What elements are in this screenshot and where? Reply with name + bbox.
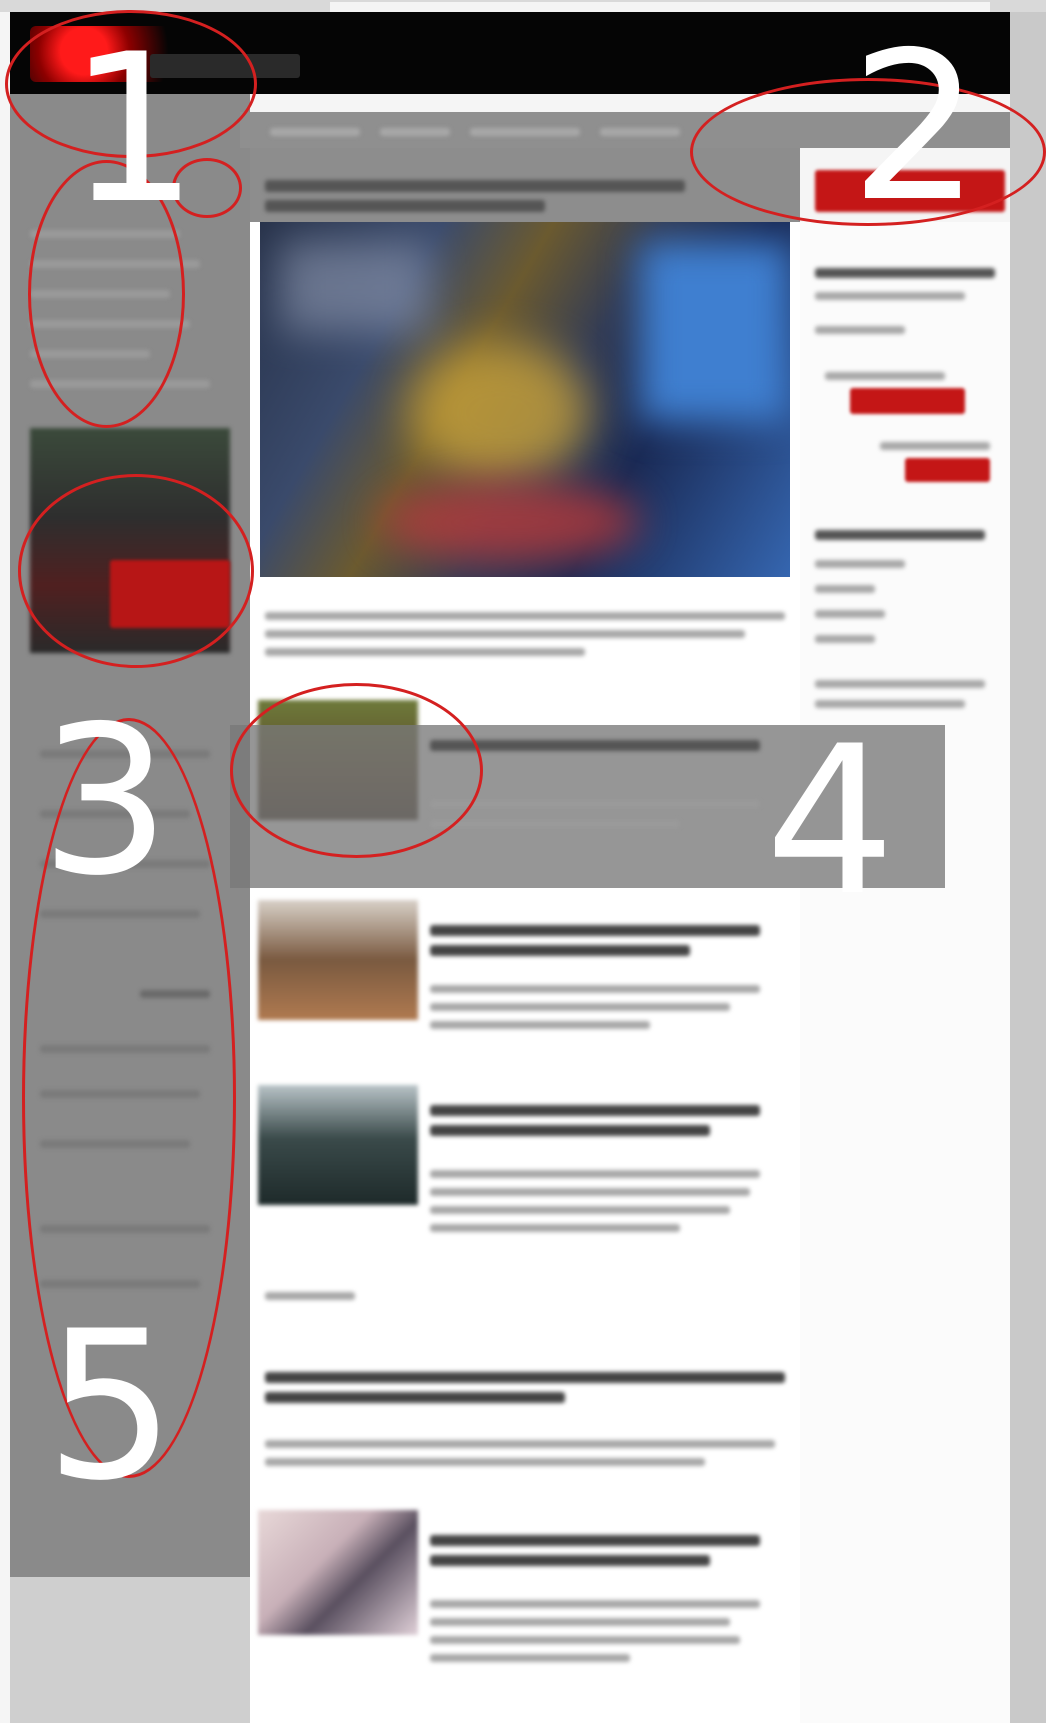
story-title[interactable] (430, 1555, 710, 1566)
annotation-label-2: 2 (850, 9, 981, 247)
story-title[interactable] (430, 925, 760, 936)
right-widget-line (880, 442, 990, 450)
page-bottom-left (10, 1577, 250, 1723)
right-widget-line (815, 292, 965, 300)
nav-item[interactable] (470, 128, 580, 136)
story-summary (430, 800, 760, 808)
right-widget-line (815, 680, 985, 688)
story-title[interactable] (265, 1372, 785, 1383)
story-summary (430, 1654, 630, 1662)
story-summary (430, 985, 760, 993)
right-widget-line (815, 635, 875, 643)
hero-caption (265, 612, 785, 620)
story-summary (430, 1021, 650, 1029)
page-right-edge (1010, 12, 1046, 1723)
story-summary (430, 1224, 680, 1232)
right-widget-line (825, 372, 945, 380)
nav-item[interactable] (270, 128, 360, 136)
right-widget-title (815, 530, 985, 540)
annotation-label-1: 1 (68, 11, 199, 249)
story-summary (430, 820, 680, 828)
story-thumbnail[interactable] (258, 1085, 418, 1205)
story-summary (430, 1170, 760, 1178)
story-summary (430, 1188, 750, 1196)
annotation-ellipse-4 (230, 683, 483, 858)
story-title[interactable] (430, 945, 690, 956)
nav-item[interactable] (600, 128, 680, 136)
headline-text[interactable] (265, 200, 545, 212)
headline-text[interactable] (265, 180, 685, 192)
hero-caption (265, 630, 745, 638)
story-title[interactable] (265, 1392, 565, 1403)
right-widget-title (815, 268, 995, 278)
annotation-label-3: 3 (40, 683, 171, 921)
story-summary (265, 1440, 775, 1448)
story-thumbnail[interactable] (258, 1510, 418, 1635)
story-thumbnail[interactable] (258, 900, 418, 1020)
story-title[interactable] (430, 1125, 710, 1136)
hero-image[interactable] (260, 222, 790, 577)
story-summary (430, 1003, 730, 1011)
annotation-label-4: 4 (765, 703, 896, 941)
right-widget-line (815, 585, 875, 593)
right-widget-line (815, 560, 905, 568)
story-summary (430, 1206, 730, 1214)
hero-caption (265, 648, 585, 656)
right-widget-line (815, 326, 905, 334)
right-widget-button[interactable] (850, 388, 965, 414)
story-meta (265, 1292, 355, 1300)
annotation-label-5: 5 (45, 1288, 176, 1526)
story-summary (265, 1458, 705, 1466)
story-summary (430, 1600, 760, 1608)
story-title[interactable] (430, 1105, 760, 1116)
story-title[interactable] (430, 1535, 760, 1546)
nav-item[interactable] (380, 128, 450, 136)
annotation-ellipse-left-photo (18, 474, 254, 668)
right-widget-line (815, 610, 885, 618)
right-widget-button[interactable] (905, 458, 990, 482)
story-summary (430, 1618, 730, 1626)
story-summary (430, 1636, 740, 1644)
